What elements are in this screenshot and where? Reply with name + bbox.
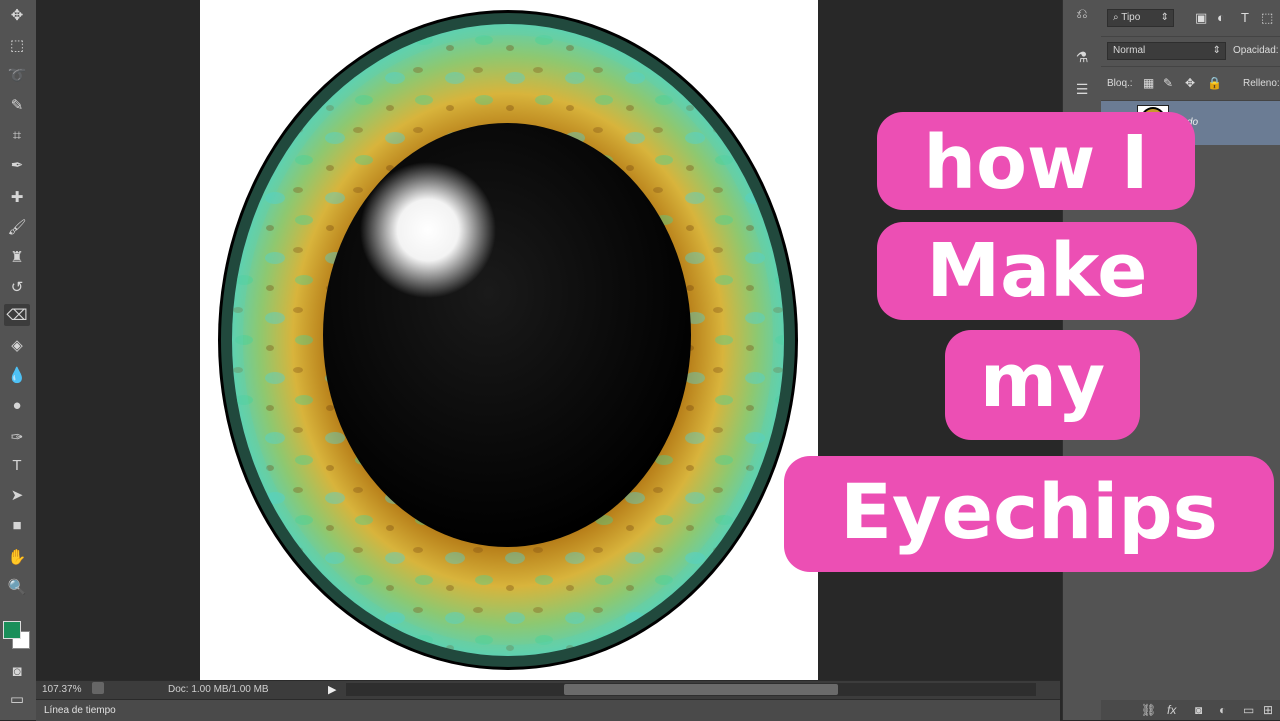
timeline-panel-tab[interactable]: Línea de tiempo — [36, 699, 1060, 721]
history-panel-icon[interactable]: ⎌ — [1071, 2, 1093, 24]
fill-label: Relleno: — [1243, 78, 1280, 89]
overlay-line-4: Eyechips — [784, 456, 1274, 572]
brush-tool-icon[interactable]: 🖌 — [4, 216, 30, 238]
overlay-line-3: my — [945, 330, 1140, 440]
chevron-down-icon: ⇕ — [1160, 12, 1169, 23]
document-canvas[interactable] — [200, 0, 818, 680]
lock-all-icon[interactable]: 🔒 — [1207, 76, 1222, 90]
path-selection-tool-icon[interactable]: ➤ — [4, 484, 30, 506]
crop-tool-icon[interactable]: ⌗ — [4, 124, 30, 146]
shape-filter-icon[interactable]: ⬚ — [1261, 10, 1273, 26]
chevron-down-icon: ⇕ — [1212, 45, 1221, 56]
type-tool-icon[interactable]: T — [4, 454, 30, 476]
blend-mode-value: Normal — [1113, 45, 1146, 56]
adjustment-filter-icon[interactable]: ◐ — [1217, 10, 1225, 25]
paint-bucket-tool-icon[interactable]: ◈ — [4, 334, 30, 356]
fx-icon[interactable]: fx — [1167, 703, 1176, 717]
layers-filter-row: ⌕ Tipo ⇕ ▣ ◐ T ⬚ — [1101, 0, 1280, 37]
clone-stamp-tool-icon[interactable]: ♜ — [4, 246, 30, 268]
type-filter-icon[interactable]: T — [1241, 10, 1249, 25]
new-layer-icon[interactable]: ⊞ — [1263, 703, 1273, 717]
overlay-line-1: how I — [877, 112, 1195, 210]
foreground-color-swatch[interactable] — [3, 621, 21, 639]
tools-panel: ✥ ⬚ ➰ ✎ ⌗ ✒ ✚ 🖌 ♜ ↺ ⌫ ◈ 💧 ● ✑ T ➤ ■ ✋ 🔍 ◙ ▭ — [0, 0, 37, 720]
zoom-level[interactable]: 107.37% — [42, 684, 81, 695]
new-group-icon[interactable]: ▭ — [1243, 703, 1254, 717]
brush-presets-icon[interactable]: ⚗ — [1071, 46, 1093, 68]
timeline-label: Línea de tiempo — [44, 705, 116, 716]
canvas-area[interactable] — [36, 0, 1096, 680]
blend-mode-select[interactable]: Normal ⇕ — [1107, 42, 1226, 60]
lock-label: Bloq.: — [1107, 78, 1133, 89]
dodge-tool-icon[interactable]: ● — [4, 394, 30, 416]
eye-chip-artwork — [218, 10, 798, 670]
status-menu-icon[interactable] — [92, 682, 104, 694]
add-mask-icon[interactable]: ◙ — [1195, 703, 1202, 717]
horizontal-scrollbar[interactable] — [346, 683, 1036, 696]
marquee-tool-icon[interactable]: ⬚ — [4, 34, 30, 56]
lock-position-icon[interactable]: ✥ — [1185, 76, 1195, 90]
link-layers-icon[interactable]: ⛓ — [1141, 703, 1156, 717]
pen-tool-icon[interactable]: ✑ — [4, 426, 30, 448]
adjustments-icon[interactable]: ☰ — [1071, 78, 1093, 100]
blend-row: Normal ⇕ Opacidad: — [1101, 36, 1280, 67]
status-arrow-icon[interactable]: ▶ — [328, 683, 336, 696]
lasso-tool-icon[interactable]: ➰ — [4, 64, 30, 86]
horizontal-scroll-thumb[interactable] — [564, 684, 838, 695]
opacity-label: Opacidad: — [1233, 45, 1279, 56]
lock-transparent-icon[interactable]: ▦ — [1143, 76, 1154, 90]
search-icon: ⌕ — [1113, 12, 1122, 23]
eraser-tool-icon[interactable]: ⌫ — [4, 304, 30, 326]
eyedropper-tool-icon[interactable]: ✒ — [4, 154, 30, 176]
healing-brush-tool-icon[interactable]: ✚ — [4, 186, 30, 208]
filter-kind-value: Tipo — [1121, 12, 1141, 23]
doc-size: Doc: 1.00 MB/1.00 MB — [168, 684, 269, 695]
quick-mask-icon[interactable]: ◙ — [4, 660, 30, 682]
image-filter-icon[interactable]: ▣ — [1195, 10, 1207, 26]
history-brush-tool-icon[interactable]: ↺ — [4, 276, 30, 298]
status-bar: 107.37% Doc: 1.00 MB/1.00 MB ▶ — [36, 680, 1060, 699]
hand-tool-icon[interactable]: ✋ — [4, 546, 30, 568]
layer-filter-kind[interactable]: ⌕ Tipo ⇕ — [1107, 9, 1174, 27]
lock-pixels-icon[interactable]: ✎ — [1163, 76, 1173, 90]
layers-bottom-bar: ⛓ fx ◙ ◐ ▭ ⊞ — [1101, 700, 1280, 720]
zoom-tool-icon[interactable]: 🔍 — [4, 576, 30, 598]
blur-tool-icon[interactable]: 💧 — [4, 364, 30, 386]
screen-mode-icon[interactable]: ▭ — [4, 688, 30, 710]
lock-row: Bloq.: ▦ ✎ ✥ 🔒 Relleno: — [1101, 66, 1280, 101]
move-tool-icon[interactable]: ✥ — [4, 4, 30, 26]
quick-select-tool-icon[interactable]: ✎ — [4, 94, 30, 116]
rectangle-tool-icon[interactable]: ■ — [4, 514, 30, 536]
overlay-line-2: Make — [877, 222, 1197, 320]
adjustment-layer-icon[interactable]: ◐ — [1219, 703, 1226, 717]
